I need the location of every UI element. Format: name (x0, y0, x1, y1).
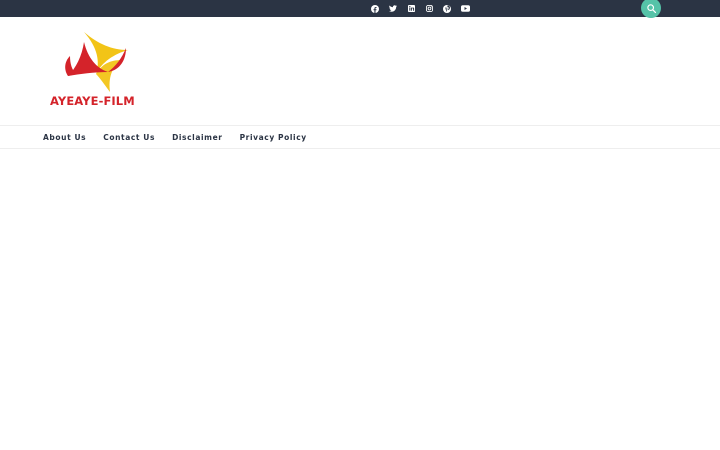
main-navigation: About Us Contact Us Disclaimer Privacy P… (0, 125, 720, 149)
nav-menu: About Us Contact Us Disclaimer Privacy P… (43, 126, 324, 148)
search-icon (646, 3, 656, 13)
search-button[interactable] (641, 0, 661, 18)
main-content (0, 148, 720, 450)
instagram-icon[interactable] (421, 0, 437, 17)
twitter-icon[interactable] (385, 0, 401, 17)
top-bar (0, 0, 720, 18)
nav-item-about-us[interactable]: About Us (43, 133, 86, 142)
site-name: AYEAYE-FILM (50, 94, 135, 108)
nav-item-privacy-policy[interactable]: Privacy Policy (240, 133, 307, 142)
nav-item-contact-us[interactable]: Contact Us (103, 133, 155, 142)
nav-item-disclaimer[interactable]: Disclaimer (172, 133, 223, 142)
facebook-icon[interactable] (367, 0, 383, 17)
social-links (367, 0, 475, 17)
site-logo[interactable]: AYEAYE-FILM (46, 30, 142, 114)
pinterest-icon[interactable] (439, 0, 455, 17)
linkedin-icon[interactable] (403, 0, 419, 17)
youtube-icon[interactable] (457, 0, 473, 17)
star-logo-icon (65, 32, 128, 92)
